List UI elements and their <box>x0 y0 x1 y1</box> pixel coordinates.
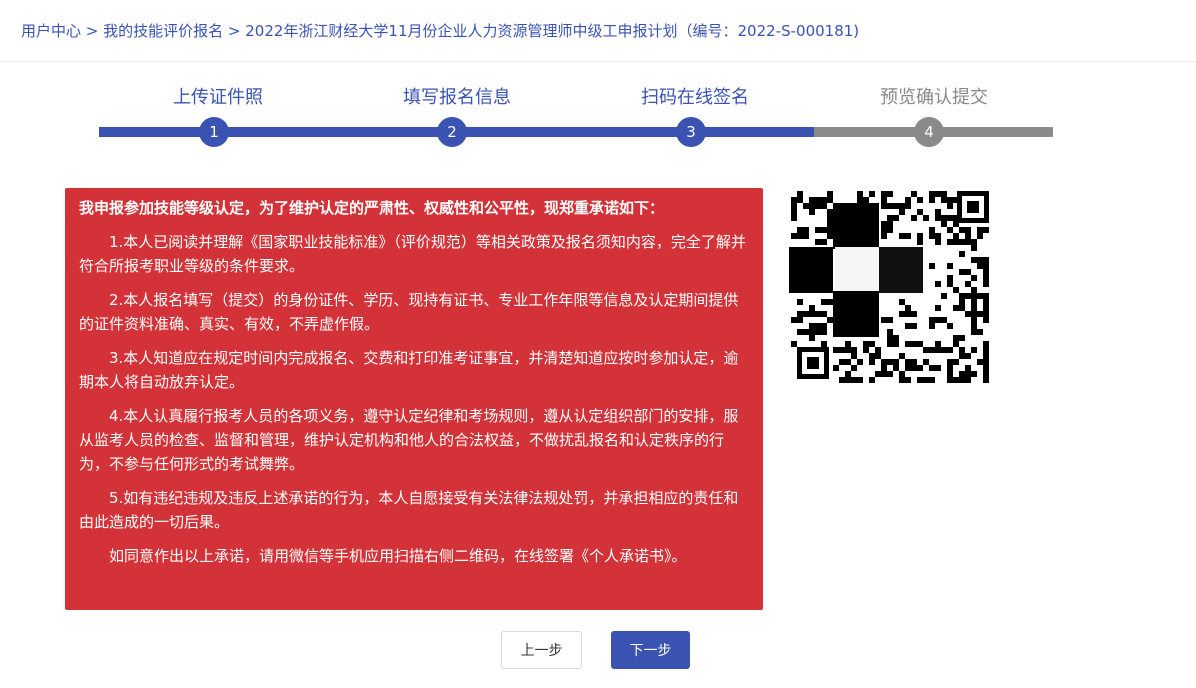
step-node-3: 3 <box>676 117 706 147</box>
pledge-item: 4.本人认真履行报考人员的各项义务，遵守认定纪律和考场规则，遵从认定组织部门的安… <box>79 407 739 473</box>
step-label-preview-submit: 预览确认提交 <box>880 87 988 108</box>
breadcrumb-user-center[interactable]: 用户中心 <box>21 22 81 40</box>
next-step-button[interactable]: 下一步 <box>611 631 690 669</box>
pledge-item: 2.本人报名填写（提交）的身份证件、学历、现持有证书、专业工作年限等信息及认定期… <box>79 291 739 333</box>
step-node-4: 4 <box>914 117 944 147</box>
qr-code-icon <box>789 189 991 385</box>
prev-step-button[interactable]: 上一步 <box>501 631 582 669</box>
pledge-instruction: 如同意作出以上承诺，请用微信等手机应用扫描右侧二维码，在线签署《个人承诺书》。 <box>109 547 687 565</box>
pledge-item: 5.如有违纪违规及违反上述承诺的行为，本人自愿接受有关法律法规处罚，并承担相应的… <box>79 489 739 531</box>
step-label-scan-sign: 扫码在线签名 <box>641 87 749 108</box>
step-node-1: 1 <box>199 117 229 147</box>
pledge-panel: 我申报参加技能等级认定，为了维护认定的严肃性、权威性和公平性，现郑重承诺如下： … <box>65 188 763 610</box>
step-node-2: 2 <box>437 117 467 147</box>
pledge-item: 1.本人已阅读并理解《国家职业技能标准》（评价规范）等相关政策及报名须知内容，完… <box>79 233 746 275</box>
step-label-upload-photo: 上传证件照 <box>173 87 263 108</box>
pledge-title: 我申报参加技能等级认定，为了维护认定的严肃性、权威性和公平性，现郑重承诺如下： <box>79 199 665 217</box>
breadcrumb-current-plan: 2022年浙江财经大学11月份企业人力资源管理师中级工申报计划（编号：2022-… <box>245 22 860 40</box>
breadcrumb-separator: > <box>223 22 246 40</box>
breadcrumb-my-registrations[interactable]: 我的技能评价报名 <box>103 22 223 40</box>
progress-steps: 上传证件照 填写报名信息 扫码在线签名 预览确认提交 1 2 3 4 <box>0 62 1196 162</box>
breadcrumb: 用户中心 > 我的技能评价报名 > 2022年浙江财经大学11月份企业人力资源管… <box>21 20 859 41</box>
pledge-item: 3.本人知道应在规定时间内完成报名、交费和打印准考证事宜，并清楚知道应按时参加认… <box>79 349 739 391</box>
step-label-fill-info: 填写报名信息 <box>403 87 511 108</box>
breadcrumb-separator: > <box>81 22 104 40</box>
